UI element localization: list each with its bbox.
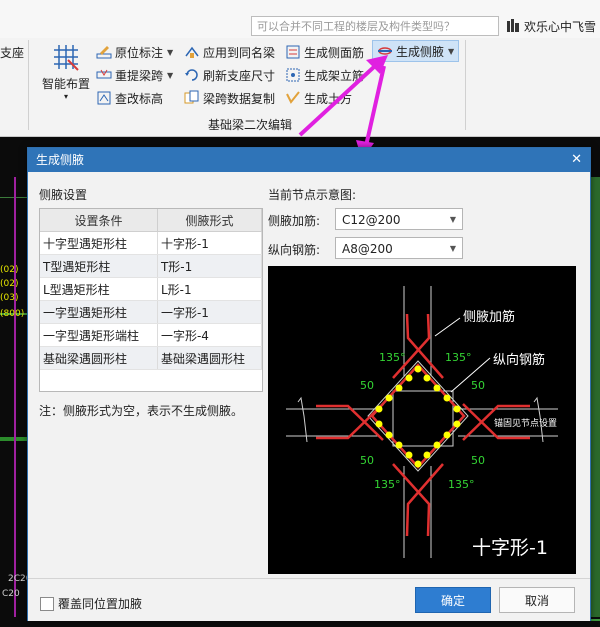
table-row[interactable]: L型遇矩形柱 L形-1: [40, 277, 263, 301]
cancel-button[interactable]: 取消: [499, 587, 575, 613]
condition-cell: T型遇矩形柱: [40, 254, 158, 278]
diagram-angle-label: 135°: [374, 478, 401, 491]
diagram-label-long: 纵向钢筋: [493, 352, 545, 368]
haunch-rebar-select[interactable]: C12@200 ▼: [335, 208, 463, 230]
node-diagram: 侧腋加筋 纵向钢筋 135° 135° 135° 135° 50 50 50 5…: [268, 266, 576, 574]
dialog-title: 生成侧腋: [36, 153, 85, 167]
table-row[interactable]: 十字型遇矩形柱 十字形-1: [40, 231, 263, 255]
diagram-anchor-label: 锚固见节点设置: [494, 417, 557, 429]
node-diagram-svg: 侧腋加筋 纵向钢筋 135° 135° 135° 135° 50 50 50 5…: [286, 286, 558, 559]
long-rebar-value: A8@200: [342, 242, 393, 256]
condition-cell: L型遇矩形柱: [40, 277, 158, 301]
chevron-down-icon: ▼: [449, 244, 456, 253]
diagram-angle-label: 135°: [448, 478, 475, 491]
condition-cell: 基础梁遇圆形柱: [40, 346, 158, 370]
haunch-form-cell[interactable]: T形-1: [157, 254, 263, 278]
table-row[interactable]: 一字型遇矩形端柱 一字形-4: [40, 323, 263, 347]
column-header: 侧腋形式: [157, 209, 263, 232]
note-text: 注：侧腋形式为空，表示不生成侧腋。: [39, 404, 244, 418]
haunch-rebar-label: 侧腋加筋:: [268, 214, 321, 228]
haunch-form-cell[interactable]: 十字形-1: [157, 231, 263, 255]
haunch-form-cell[interactable]: 一字形-1: [157, 300, 263, 324]
long-rebar-label: 纵向钢筋:: [268, 243, 321, 257]
diagram-angle-label: 135°: [445, 351, 472, 364]
close-icon[interactable]: ✕: [571, 148, 582, 172]
diagram-length-label: 50: [360, 454, 374, 467]
checkbox-box[interactable]: [40, 596, 54, 611]
diagram-label-haunch: 侧腋加筋: [463, 309, 515, 325]
table-row[interactable]: 一字型遇矩形柱 一字形-1: [40, 300, 263, 324]
table-header-row: 设置条件 侧腋形式: [40, 209, 263, 232]
dialog-footer: 覆盖同位置加腋 确定 取消: [28, 578, 590, 621]
haunch-form-cell[interactable]: L形-1: [157, 277, 263, 301]
column-header: 设置条件: [40, 209, 158, 232]
dialog-titlebar: 生成侧腋 ✕: [28, 148, 590, 172]
table-row[interactable]: T型遇矩形柱 T形-1: [40, 254, 263, 278]
haunch-form-cell[interactable]: 基础梁遇圆形柱: [157, 346, 263, 370]
haunch-rebar-value: C12@200: [342, 213, 401, 227]
chevron-down-icon: ▼: [449, 215, 456, 224]
settings-title: 侧腋设置: [39, 188, 88, 202]
diagram-shape-name: 十字形-1: [472, 537, 548, 559]
diagram-length-label: 50: [471, 379, 485, 392]
override-haunch-checkbox[interactable]: 覆盖同位置加腋: [40, 595, 142, 612]
long-rebar-select[interactable]: A8@200 ▼: [335, 237, 463, 259]
ok-button[interactable]: 确定: [415, 587, 491, 613]
diagram-length-label: 50: [471, 454, 485, 467]
condition-cell: 十字型遇矩形柱: [40, 231, 158, 255]
condition-cell: 一字型遇矩形柱: [40, 300, 158, 324]
diagram-length-label: 50: [360, 379, 374, 392]
override-haunch-label: 覆盖同位置加腋: [58, 597, 143, 611]
preview-title: 当前节点示意图:: [268, 188, 357, 202]
generate-haunch-dialog: 生成侧腋 ✕ 侧腋设置 设置条件 侧腋形式 十字型遇矩形柱 十字形-1 T型遇矩形…: [27, 147, 591, 621]
diagram-angle-label: 135°: [379, 351, 406, 364]
haunch-form-cell[interactable]: 一字形-4: [157, 323, 263, 347]
condition-cell: 一字型遇矩形端柱: [40, 323, 158, 347]
table-row[interactable]: 基础梁遇圆形柱 基础梁遇圆形柱: [40, 346, 263, 370]
haunch-settings-table: 设置条件 侧腋形式 十字型遇矩形柱 十字形-1 T型遇矩形柱 T形-1 L型遇矩形柱…: [39, 208, 263, 392]
